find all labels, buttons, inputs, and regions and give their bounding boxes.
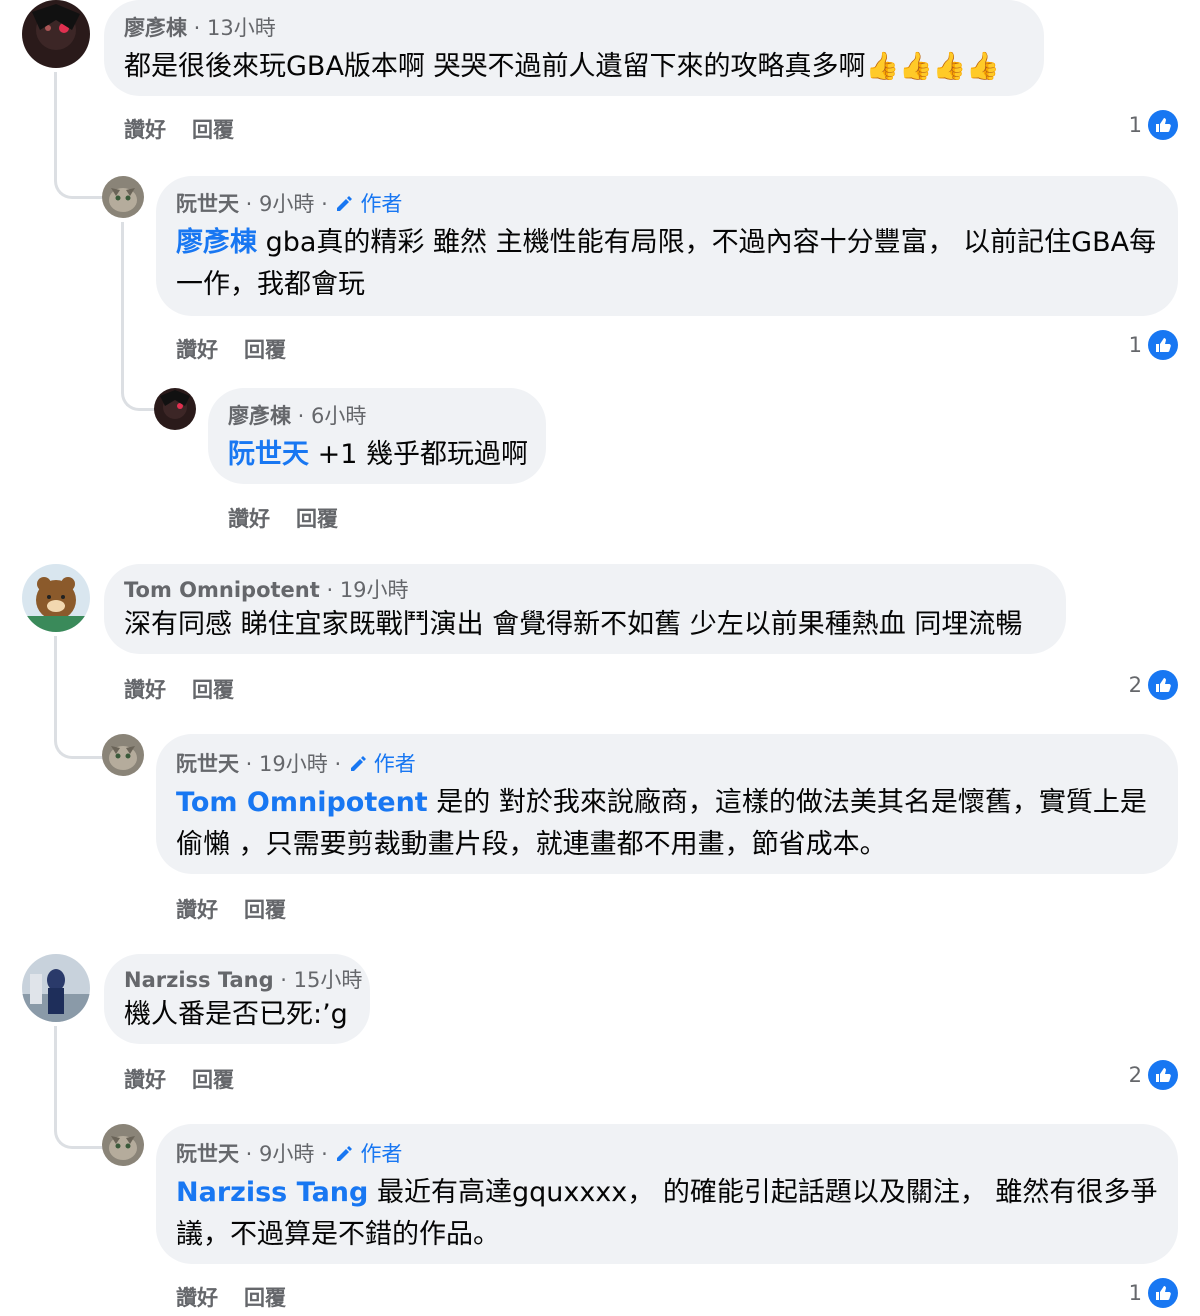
like-icon xyxy=(1148,110,1178,140)
reply-button[interactable]: 回覆 xyxy=(192,118,234,142)
like-icon xyxy=(1148,1060,1178,1090)
author-badge: 作者 xyxy=(334,192,402,216)
commenter-name[interactable]: 阮世天 xyxy=(176,752,239,776)
avatar[interactable] xyxy=(102,176,144,218)
comment-time[interactable]: 9小時 xyxy=(259,192,314,216)
comment-text: 深有同感 睇住宜家既戰鬥演出 會覺得新不如舊 少左以前果種熱血 同埋流暢 xyxy=(124,609,1023,640)
comment-meta: 阮世天 · 19小時 · 作者 xyxy=(176,752,416,776)
avatar[interactable] xyxy=(102,734,144,776)
author-badge: 作者 xyxy=(334,1142,402,1166)
reaction-count[interactable]: 1 xyxy=(1129,330,1178,360)
comment-text: 機人番是否已死:’g xyxy=(124,999,348,1030)
comment-body: +1 幾乎都玩過啊 xyxy=(317,439,528,470)
like-button[interactable]: 讚好 xyxy=(176,898,218,922)
commenter-name[interactable]: Narziss Tang xyxy=(124,968,274,992)
like-button[interactable]: 讚好 xyxy=(176,338,218,362)
reaction-count[interactable]: 1 xyxy=(1129,1278,1178,1308)
comment-text: 阮世天 +1 幾乎都玩過啊 xyxy=(228,434,538,476)
author-label: 作者 xyxy=(360,1142,403,1166)
mention-link[interactable]: 阮世天 xyxy=(228,439,309,470)
comment-actions: 讚好 回覆 xyxy=(124,674,260,704)
author-label: 作者 xyxy=(373,752,416,776)
mention-link[interactable]: Narziss Tang xyxy=(176,1177,368,1208)
author-label: 作者 xyxy=(360,192,403,216)
comment-meta: Narziss Tang · 15小時 xyxy=(124,968,363,992)
comment-time[interactable]: 19小時 xyxy=(259,752,328,776)
comment-text: Tom Omnipotent 是的 對於我來說廠商，這樣的做法美其名是懷舊，實質… xyxy=(176,782,1166,866)
comment-text: 都是很後來玩GBA版本啊 哭哭不過前人遺留下來的攻略真多啊👍👍👍👍 xyxy=(124,51,1000,82)
comment-actions: 讚好 回覆 xyxy=(124,114,260,144)
like-button[interactable]: 讚好 xyxy=(176,1286,218,1310)
reaction-count[interactable]: 1 xyxy=(1129,110,1178,140)
commenter-name[interactable]: 廖彥棟 xyxy=(124,16,187,40)
reaction-count[interactable]: 2 xyxy=(1129,670,1178,700)
avatar[interactable] xyxy=(22,564,90,632)
like-button[interactable]: 讚好 xyxy=(124,1068,166,1092)
author-badge: 作者 xyxy=(348,752,416,776)
comment-meta: 阮世天 · 9小時 · 作者 xyxy=(176,1142,403,1166)
comment-meta: 廖彥棟 · 13小時 xyxy=(124,16,276,40)
comment-text: 廖彥棟 gba真的精彩 雖然 主機性能有局限，不過內容十分豐富， 以前記住GBA… xyxy=(176,222,1166,306)
avatar[interactable] xyxy=(102,1124,144,1166)
reaction-count[interactable]: 2 xyxy=(1129,1060,1178,1090)
like-button[interactable]: 讚好 xyxy=(228,507,270,531)
reply-button[interactable]: 回覆 xyxy=(244,338,286,362)
comment-actions: 讚好 回覆 xyxy=(228,503,364,533)
reply-button[interactable]: 回覆 xyxy=(244,1286,286,1310)
reaction-number: 1 xyxy=(1128,113,1142,137)
commenter-name[interactable]: 廖彥棟 xyxy=(228,404,291,428)
avatar[interactable] xyxy=(22,954,90,1022)
reply-button[interactable]: 回覆 xyxy=(244,898,286,922)
reply-button[interactable]: 回覆 xyxy=(192,678,234,702)
comment-time[interactable]: 6小時 xyxy=(311,404,366,428)
comment-actions: 讚好 回覆 xyxy=(176,894,312,924)
commenter-name[interactable]: 阮世天 xyxy=(176,1142,239,1166)
mention-link[interactable]: Tom Omnipotent xyxy=(176,787,428,818)
commenter-name[interactable]: 阮世天 xyxy=(176,192,239,216)
like-icon xyxy=(1148,1278,1178,1308)
reaction-number: 2 xyxy=(1128,673,1142,697)
comment-time[interactable]: 13小時 xyxy=(207,16,276,40)
comment-body: gba真的精彩 雖然 主機性能有局限，不過內容十分豐富， 以前記住GBA每一作，… xyxy=(176,227,1157,300)
like-button[interactable]: 讚好 xyxy=(124,118,166,142)
mention-link[interactable]: 廖彥棟 xyxy=(176,227,257,258)
pencil-icon xyxy=(337,196,353,211)
comment-actions: 讚好 回覆 xyxy=(124,1064,260,1094)
reply-button[interactable]: 回覆 xyxy=(296,507,338,531)
reaction-number: 2 xyxy=(1128,1063,1142,1087)
reaction-number: 1 xyxy=(1128,333,1142,357)
comment-meta: 廖彥棟 · 6小時 xyxy=(228,404,367,428)
commenter-name[interactable]: Tom Omnipotent xyxy=(124,578,320,602)
pencil-icon xyxy=(337,1146,353,1161)
like-icon xyxy=(1148,670,1178,700)
comment-time[interactable]: 15小時 xyxy=(294,968,363,992)
comment-meta: 阮世天 · 9小時 · 作者 xyxy=(176,192,403,216)
reply-button[interactable]: 回覆 xyxy=(192,1068,234,1092)
comment-meta: Tom Omnipotent · 19小時 xyxy=(124,578,409,602)
comment-time[interactable]: 9小時 xyxy=(259,1142,314,1166)
like-button[interactable]: 讚好 xyxy=(124,678,166,702)
comment-text: Narziss Tang 最近有高達gquxxxx， 的確能引起話題以及關注， … xyxy=(176,1172,1166,1256)
like-icon xyxy=(1148,330,1178,360)
avatar[interactable] xyxy=(154,388,196,430)
pencil-icon xyxy=(350,756,366,771)
reaction-number: 1 xyxy=(1128,1281,1142,1305)
comment-time[interactable]: 19小時 xyxy=(340,578,409,602)
comment-actions: 讚好 回覆 xyxy=(176,1282,312,1312)
avatar[interactable] xyxy=(22,0,90,68)
comment-actions: 讚好 回覆 xyxy=(176,334,312,364)
